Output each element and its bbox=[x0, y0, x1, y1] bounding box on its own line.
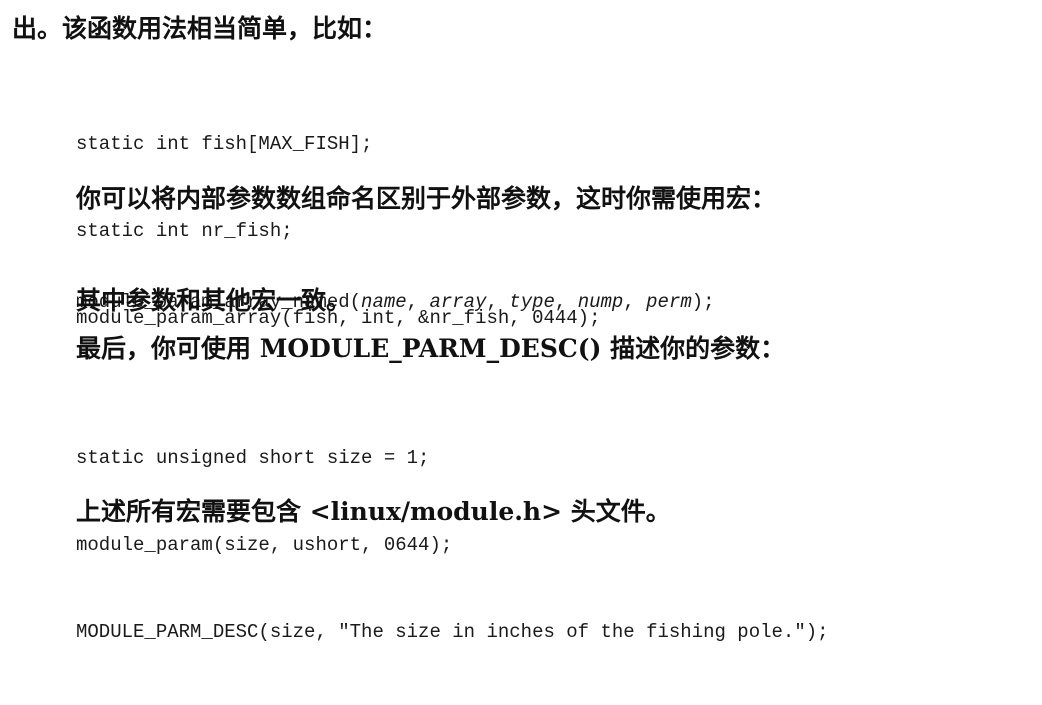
param-name: name bbox=[361, 291, 407, 313]
param-perm: perm bbox=[646, 291, 692, 313]
separator: , bbox=[623, 291, 647, 313]
code-line: module_param(size, ushort, 0644); bbox=[76, 534, 453, 556]
code-line: MODULE_PARM_DESC(size, "The size in inch… bbox=[76, 621, 829, 643]
code-line: static int fish[MAX_FISH]; bbox=[76, 133, 373, 155]
describe-params-paragraph: 最后，你可使用 MODULE_PARM_DESC() 描述你的参数： bbox=[76, 334, 786, 363]
separator: , bbox=[486, 291, 510, 313]
separator: , bbox=[406, 291, 430, 313]
other-params-paragraph: 其中参数和其他宏一致。 bbox=[76, 286, 352, 315]
intro-paragraph: 出。该函数用法相当简单，比如： bbox=[12, 14, 388, 43]
param-type: type bbox=[509, 291, 555, 313]
rename-arrays-paragraph: 你可以将内部参数数组命名区别于外部参数，这时你需使用宏： bbox=[76, 184, 777, 213]
param-nump: nump bbox=[577, 291, 624, 313]
macro-suffix: ); bbox=[691, 291, 715, 313]
separator: , bbox=[554, 291, 578, 313]
document-page: 出。该函数用法相当简单，比如： static int fish[MAX_FISH… bbox=[0, 0, 1042, 643]
param-array: array bbox=[429, 291, 487, 313]
header-include-paragraph: 上述所有宏需要包含 <linux/module.h> 头文件。 bbox=[76, 497, 671, 526]
code-line: static unsigned short size = 1; bbox=[76, 447, 430, 469]
desc-example-code: static unsigned short size = 1; module_p… bbox=[76, 386, 829, 705]
